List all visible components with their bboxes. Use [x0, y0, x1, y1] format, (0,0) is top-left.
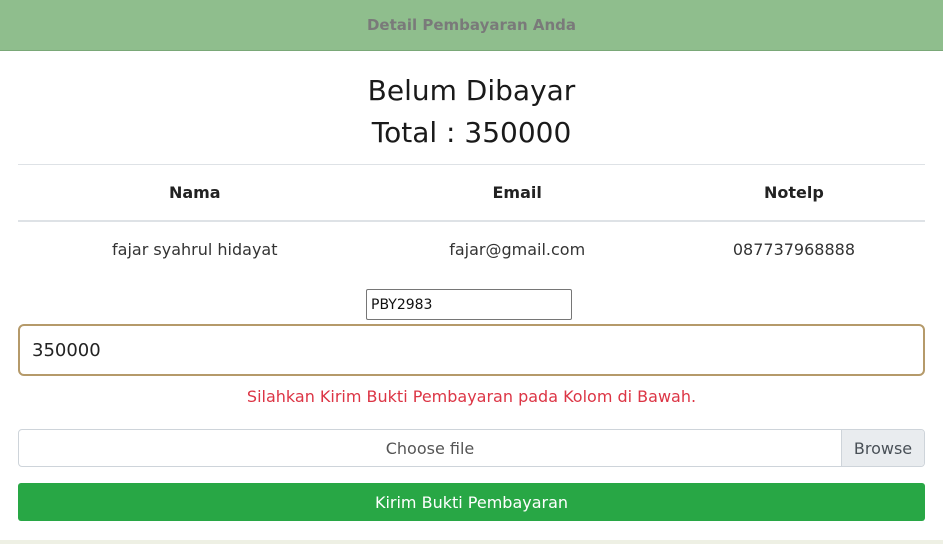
- payment-detail-card: Detail Pembayaran Anda Belum Dibayar Tot…: [0, 0, 943, 544]
- column-header-notelp: Notelp: [662, 164, 925, 222]
- header-title: Detail Pembayaran Anda: [366, 16, 577, 34]
- total-label: Total :: [371, 116, 465, 149]
- card-bottom-border: [0, 540, 943, 544]
- customer-info-table: Nama Email Notelp fajar syahrul hidayat …: [18, 164, 925, 276]
- submit-proof-button[interactable]: Kirim Bukti Pembayaran: [18, 483, 925, 521]
- table-row: fajar syahrul hidayat fajar@gmail.com 08…: [18, 221, 925, 276]
- amount-input[interactable]: [18, 324, 925, 376]
- column-header-email: Email: [371, 164, 663, 222]
- payment-code-input[interactable]: [366, 289, 572, 320]
- cell-nama: fajar syahrul hidayat: [112, 239, 278, 259]
- browse-button[interactable]: Browse: [841, 430, 924, 466]
- total-amount: 350000: [464, 116, 572, 149]
- file-input-label: Choose file: [385, 438, 475, 458]
- table-header-row: Nama Email Notelp: [18, 164, 925, 222]
- cell-notelp: 087737968888: [732, 239, 855, 259]
- proof-file-input[interactable]: Choose file Browse: [18, 429, 925, 467]
- payment-total: Total : 350000: [0, 116, 943, 149]
- column-header-nama: Nama: [18, 164, 372, 222]
- upload-notice: Silahkan Kirim Bukti Pembayaran pada Kol…: [246, 387, 697, 406]
- cell-email: fajar@gmail.com: [449, 239, 586, 259]
- payment-status: Belum Dibayar: [367, 74, 576, 107]
- card-header: Detail Pembayaran Anda: [0, 0, 943, 51]
